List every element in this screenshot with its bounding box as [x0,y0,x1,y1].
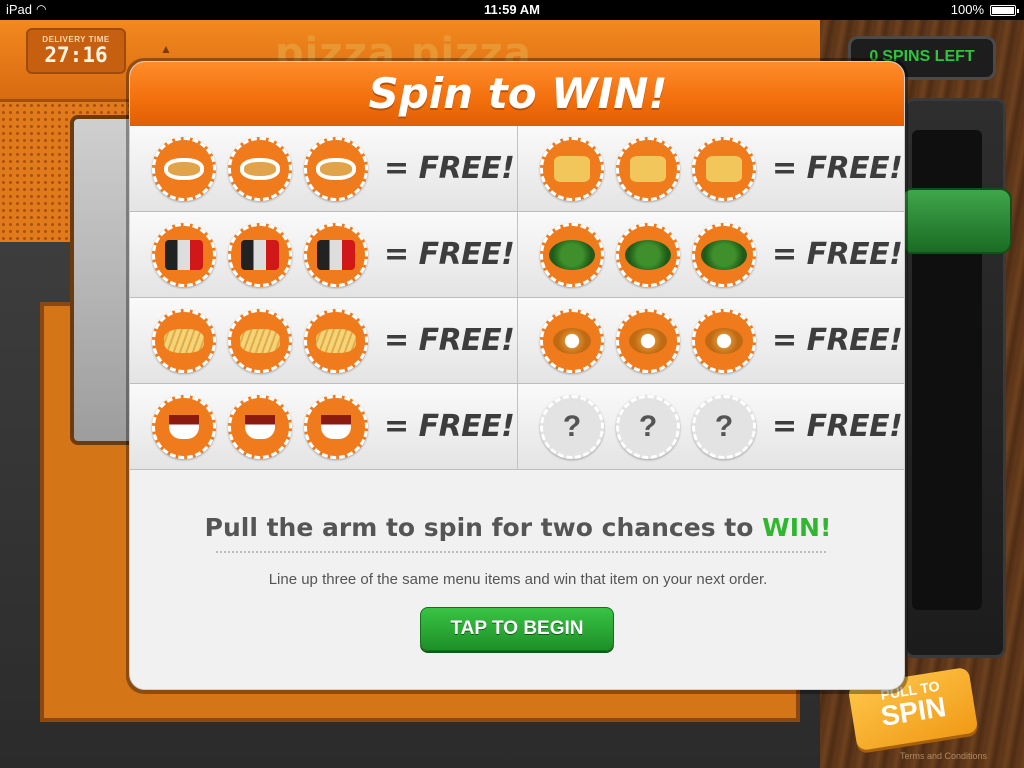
prize-label: = FREE! [772,323,903,358]
instructions-headline: Pull the arm to spin for two chances to … [130,513,904,542]
terms-link[interactable]: Terms and Conditions [900,751,987,761]
onion-rings-icon [692,308,756,373]
fries-icon [152,308,216,373]
dialog-title: Spin to WIN! [368,69,668,118]
prize-table: = FREE! = FREE! = FREE! = FREE! = FREE! … [130,126,904,471]
headline-win: WIN! [762,513,832,542]
tap-to-begin-button[interactable]: TAP TO BEGIN [420,607,614,651]
prize-label: = FREE! [384,409,515,444]
prize-label: = FREE! [384,323,515,358]
prize-label: = FREE! [772,237,903,272]
nachos-icon [692,136,756,201]
prize-row-salad: = FREE! [518,212,904,298]
delivery-time-value: 27:16 [44,43,108,67]
dialog-instructions: Pull the arm to spin for two chances to … [130,471,904,689]
arrow-up-icon: ▲ [160,42,172,56]
status-bar: iPad ◠ 11:59 AM 100% [0,0,1024,20]
salad-icon [616,222,680,287]
dotted-divider [216,551,826,553]
nachos-icon [540,136,604,201]
chicken-wings-icon [152,136,216,201]
spin-lever-handle[interactable] [900,188,1012,254]
prize-row-cola-cans: = FREE! [130,212,518,298]
cola-cans-icon [152,222,216,287]
salad-icon [692,222,756,287]
battery-percent: 100% [950,2,984,17]
dipping-sauce-icon [152,394,216,459]
prize-row-dipping-sauce: = FREE! [130,384,518,470]
cola-cans-icon [228,222,292,287]
chicken-wings-icon [228,136,292,201]
delivery-time-display: DELIVERY TIME 27:16 [26,28,126,74]
prize-label: = FREE! [384,237,515,272]
battery-icon [990,5,1019,16]
cola-cans-icon [304,222,368,287]
spin-to-win-dialog: Spin to WIN! = FREE! = FREE! = FREE! = F… [129,61,905,690]
question-mark-icon: ? [692,394,756,459]
instructions-subtext: Line up three of the same menu items and… [268,571,768,588]
prize-row-chicken-wings: = FREE! [130,126,518,212]
prize-label: = FREE! [772,409,903,444]
prize-row-mystery: ? ? ? = FREE! [518,384,904,470]
onion-rings-icon [616,308,680,373]
prize-label: = FREE! [384,151,515,186]
prize-row-nachos: = FREE! [518,126,904,212]
question-mark-icon: ? [616,394,680,459]
onion-rings-icon [540,308,604,373]
prize-row-onion-rings: = FREE! [518,298,904,384]
fries-icon [304,308,368,373]
dipping-sauce-icon [228,394,292,459]
status-time: 11:59 AM [484,2,540,17]
prize-label: = FREE! [772,151,903,186]
salad-icon [540,222,604,287]
nachos-icon [616,136,680,201]
prize-row-fries: = FREE! [130,298,518,384]
question-mark-icon: ? [540,394,604,459]
dialog-header: Spin to WIN! [130,62,904,126]
dipping-sauce-icon [304,394,368,459]
chicken-wings-icon [304,136,368,201]
headline-text: Pull the arm to spin for two chances to [204,513,754,542]
fries-icon [228,308,292,373]
